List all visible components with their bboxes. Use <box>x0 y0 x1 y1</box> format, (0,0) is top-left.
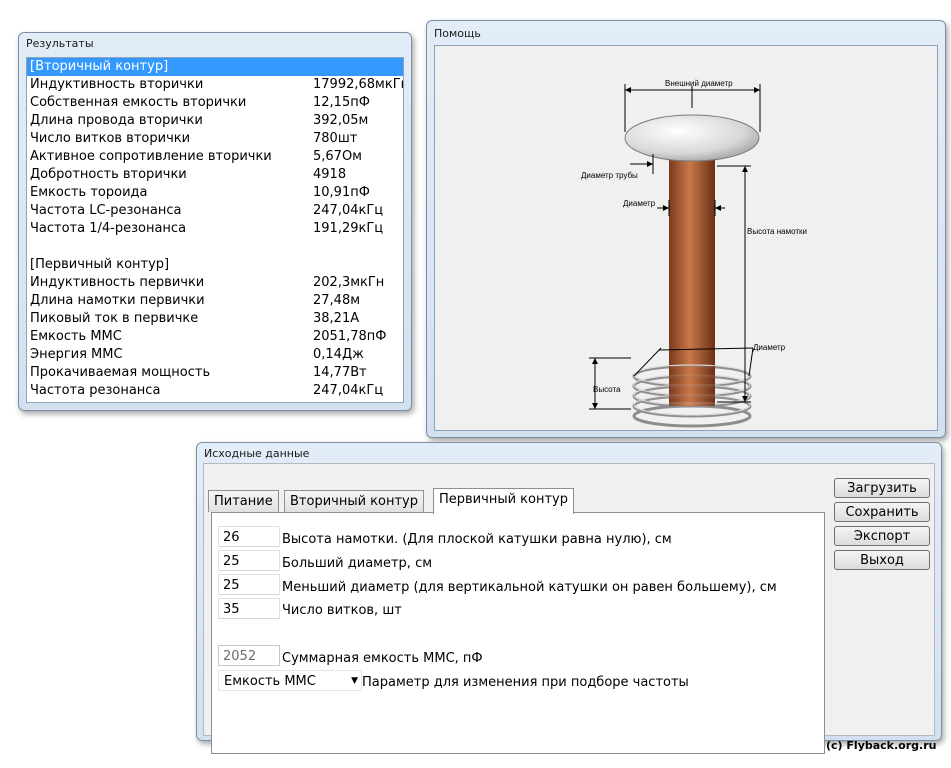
results-row-value: 27,48м <box>313 293 361 308</box>
results-row-label: Индуктивность вторички <box>30 77 204 92</box>
results-row[interactable]: [Первичный контур] <box>27 256 403 274</box>
mmc-capacitance-input[interactable]: 2052 <box>218 645 280 666</box>
results-row-label: Число витков вторички <box>30 131 191 146</box>
results-row-value: 4918 <box>313 167 347 182</box>
results-row[interactable]: Индуктивность первички 202,3мкГн <box>27 274 403 292</box>
results-row[interactable]: Частота 1/4-резонанса 191,29кГц <box>27 220 403 238</box>
help-window-title: Помощь <box>434 27 481 40</box>
chevron-down-icon[interactable]: ▼ <box>351 671 358 692</box>
smaller-diameter-input[interactable]: 25 <box>218 574 280 595</box>
tuning-parameter-field-label: Параметр для изменения при подборе часто… <box>362 675 689 690</box>
diameter-left-label: Диаметр <box>623 199 656 208</box>
results-row[interactable] <box>27 238 403 256</box>
results-row-label: Добротность вторички <box>30 167 187 182</box>
toroid <box>624 114 760 162</box>
tab-primary[interactable]: Первичный контур <box>433 488 574 514</box>
results-row-value: 17992,68мкГн <box>313 77 404 92</box>
tuning-parameter-value: Емкость ММС <box>224 674 316 689</box>
input-client: Питание Вторичный контур Первичный конту… <box>203 463 936 754</box>
export-button[interactable]: Экспорт <box>834 526 930 546</box>
results-row[interactable]: Добротность вторички 4918 <box>27 166 403 184</box>
results-row-label: Емкость ММС <box>30 329 122 344</box>
results-row-value: 14,77Вт <box>313 365 367 380</box>
results-row-label: Пиковый ток в первичке <box>30 311 199 326</box>
winding-height-field-label: Высота намотки. (Для плоской катушки рав… <box>282 532 672 547</box>
results-row[interactable]: Индуктивность вторички 17992,68мкГн <box>27 76 403 94</box>
results-row[interactable]: Емкость ММС 2051,78пФ <box>27 328 403 346</box>
outer-diameter-label: Внешний диаметр <box>665 79 733 88</box>
results-row-label: Прокачиваемая мощность <box>30 365 211 380</box>
turns-count-input[interactable]: 35 <box>218 598 280 619</box>
results-row[interactable]: Число витков вторички 780шт <box>27 130 403 148</box>
exit-button[interactable]: Выход <box>834 550 930 570</box>
mmc-capacitance-field-label: Суммарная емкость ММС, пФ <box>282 651 483 666</box>
results-row[interactable]: Емкость тороида 10,91пФ <box>27 184 403 202</box>
height-label: Высота <box>593 385 621 394</box>
save-button[interactable]: Сохранить <box>834 502 930 522</box>
results-row[interactable]: Частота резонанса 247,04кГц <box>27 382 403 400</box>
results-row-value: 247,04кГц <box>313 203 384 218</box>
help-window: Помощь Внешний диаметр Диаметр трубы Диа… <box>426 20 946 438</box>
tesla-coil-diagram: Внешний диаметр Диаметр трубы Диаметр Вы… <box>581 79 807 428</box>
secondary-tube <box>669 142 715 402</box>
tuning-parameter-select[interactable]: Емкость ММС ▼ <box>218 670 362 691</box>
tab-secondary[interactable]: Вторичный контур <box>284 490 424 512</box>
load-button[interactable]: Загрузить <box>834 478 930 498</box>
results-row-label: Длина намотки первички <box>30 293 205 308</box>
results-row-value: 780шт <box>313 131 358 146</box>
results-row[interactable]: [Вторичный контур] <box>27 58 403 76</box>
results-row-label: [Первичный контур] <box>30 257 170 272</box>
results-window: Результаты [Вторичный контур] Индуктивно… <box>18 32 412 411</box>
results-row-value: 5,67Ом <box>313 149 362 164</box>
results-row-value: 10,91пФ <box>313 185 370 200</box>
tab-power[interactable]: Питание <box>208 490 279 512</box>
results-row-label: [Вторичный контур] <box>30 59 169 74</box>
results-row[interactable]: Пиковый ток в первичке 38,21А <box>27 310 403 328</box>
results-row-value: 392,05м <box>313 113 369 128</box>
results-row[interactable]: Частота LC-резонанса 247,04кГц <box>27 202 403 220</box>
results-row-value: 12,15пФ <box>313 95 370 110</box>
results-row-label: Частота 1/4-резонанса <box>30 221 187 236</box>
input-window-title: Исходные данные <box>204 447 310 460</box>
results-row-label: Частота LC-резонанса <box>30 203 182 218</box>
results-row-value: 2051,78пФ <box>313 329 387 344</box>
results-row[interactable]: Собственная емкость вторички 12,15пФ <box>27 94 403 112</box>
primary-diameter-label: Диаметр <box>753 343 786 352</box>
results-row-value: 38,21А <box>313 311 360 326</box>
results-row[interactable]: Прокачиваемая мощность 14,77Вт <box>27 364 403 382</box>
tube-diameter-label: Диаметр трубы <box>581 171 638 180</box>
results-row-value: 191,29кГц <box>313 221 384 236</box>
results-row-label: Частота резонанса <box>30 383 161 398</box>
results-row-label: Энергия ММС <box>30 347 123 362</box>
results-window-title: Результаты <box>26 37 94 50</box>
results-row-label: Длина провода вторички <box>30 113 203 128</box>
results-row[interactable]: Энергия ММС 0,14Дж <box>27 346 403 364</box>
results-row-value: 202,3мкГн <box>313 275 385 290</box>
results-row[interactable]: Длина намотки первички 27,48м <box>27 292 403 310</box>
results-row-label: Емкость тороида <box>30 185 148 200</box>
help-diagram-area: Внешний диаметр Диаметр трубы Диаметр Вы… <box>434 45 938 431</box>
results-row-label: Активное сопротивление вторички <box>30 149 272 164</box>
results-row[interactable]: Длина провода вторички 392,05м <box>27 112 403 130</box>
primary-tab-panel: 26 Высота намотки. (Для плоской катушки … <box>211 512 825 754</box>
winding-height-input[interactable]: 26 <box>218 526 280 547</box>
results-row[interactable]: Активное сопротивление вторички 5,67Ом <box>27 148 403 166</box>
larger-diameter-field-label: Больший диаметр, см <box>282 556 433 571</box>
larger-diameter-input[interactable]: 25 <box>218 550 280 571</box>
results-list[interactable]: [Вторичный контур] Индуктивность вторичк… <box>26 57 404 403</box>
input-window: Исходные данные Питание Вторичный контур… <box>196 442 942 754</box>
results-row-label: Собственная емкость вторички <box>30 95 247 110</box>
results-row-label: Индуктивность первички <box>30 275 205 290</box>
turns-count-field-label: Число витков, шт <box>282 603 402 618</box>
smaller-diameter-field-label: Меньший диаметр (для вертикальной катушк… <box>282 580 777 595</box>
credit-text: (c) Flyback.org.ru <box>826 739 937 752</box>
results-row-value: 0,14Дж <box>313 347 364 362</box>
results-row-value: 247,04кГц <box>313 383 384 398</box>
winding-height-label: Высота намотки <box>747 227 807 236</box>
